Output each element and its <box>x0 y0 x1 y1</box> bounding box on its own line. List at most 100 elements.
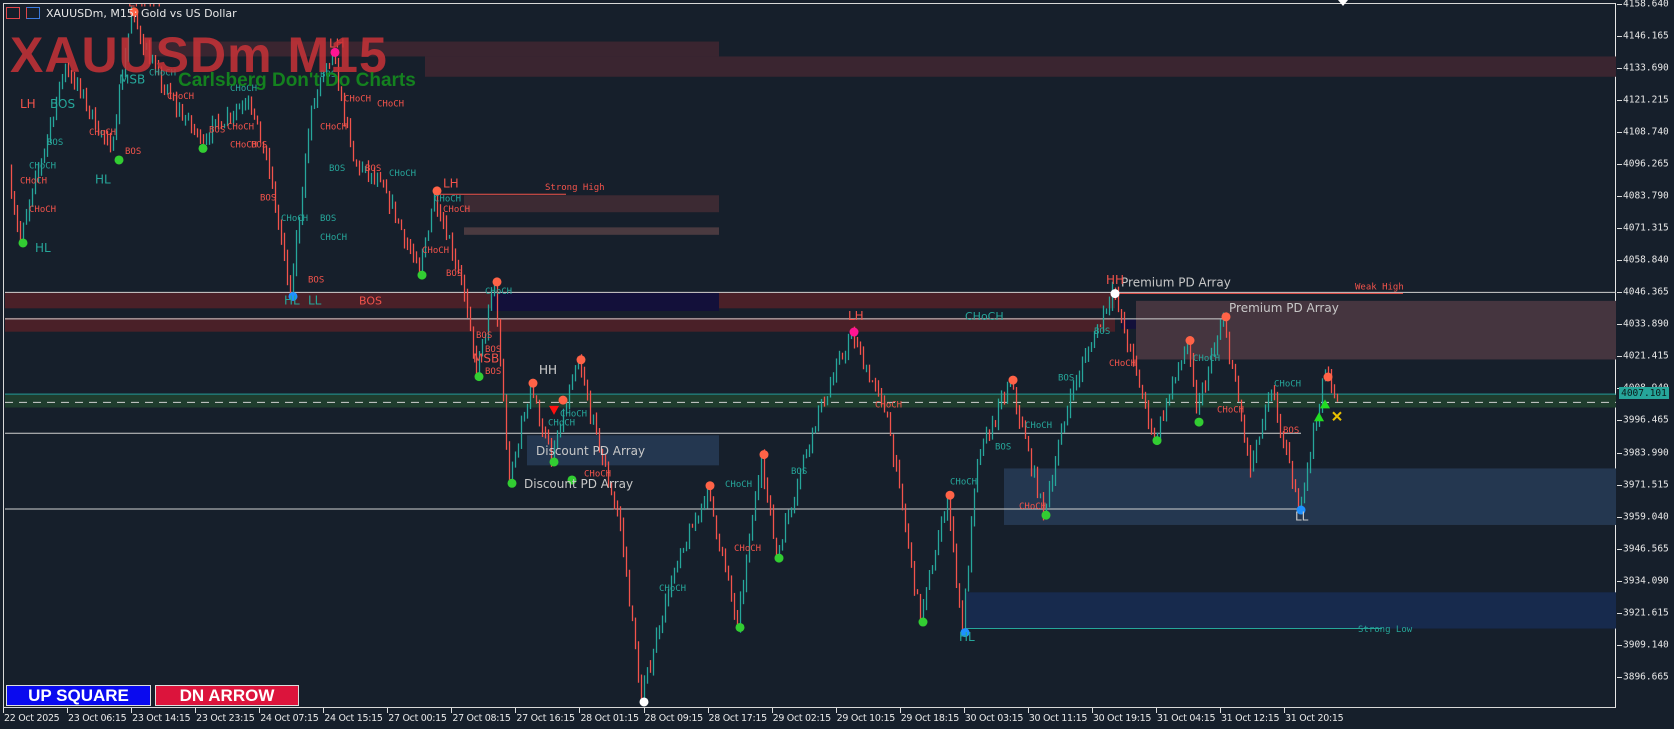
structure-label: BOS <box>476 331 492 341</box>
structure-label: HL <box>35 241 51 255</box>
swing-white-marker <box>1110 289 1120 299</box>
structure-label: BOS <box>1094 327 1110 337</box>
structure-label: CHoCH <box>548 418 575 428</box>
price-tick <box>1617 452 1622 454</box>
structure-label: BOS <box>50 97 75 111</box>
structure-label: CHoCH <box>434 195 461 205</box>
time-label: 29 Oct 02:15 <box>772 713 832 724</box>
price-label: 3959.040 <box>1623 511 1669 523</box>
time-label: 23 Oct 06:15 <box>68 713 127 724</box>
time-label: 23 Oct 14:15 <box>132 713 191 724</box>
structure-label: CHoCH <box>1193 354 1220 364</box>
time-label: 29 Oct 10:15 <box>836 713 896 724</box>
price-tick <box>1617 260 1622 262</box>
structure-label: Premium PD Array <box>1121 275 1231 289</box>
price-chart: Strong High Weak High Strong Low Premium PD… <box>5 4 1616 707</box>
structure-label: CHoCH <box>227 123 254 133</box>
order-block <box>5 317 1115 332</box>
structure-label: Discount PD Array <box>524 477 633 491</box>
structure-label: BOS <box>446 269 462 279</box>
swing-low-marker <box>474 372 484 382</box>
structure-label: CHoCH <box>965 310 1004 323</box>
chart-title: XAUUSDm, M15: Gold vs US Dollar <box>46 6 237 20</box>
structure-label: CHoCH <box>1019 502 1046 512</box>
price-label: 4033.890 <box>1623 318 1669 330</box>
structure-label: CHoCH <box>389 169 416 179</box>
price-label: 4021.415 <box>1623 350 1669 362</box>
swing-low-marker <box>114 155 124 165</box>
structure-label: CHoCH <box>281 214 308 224</box>
time-label: 24 Oct 15:15 <box>324 713 383 724</box>
price-label: 3909.140 <box>1623 639 1669 651</box>
price-label: 3934.090 <box>1623 575 1669 587</box>
structure-label: CHoCH <box>1217 405 1244 415</box>
swing-low-marker <box>507 478 517 488</box>
price-tick <box>1617 676 1622 678</box>
time-label: 31 Oct 12:15 <box>1220 713 1280 724</box>
premium-zone <box>1136 300 1616 360</box>
structure-label: BOS <box>125 147 141 157</box>
price-label: 3896.665 <box>1623 671 1669 683</box>
structure-label: CHoCH <box>1274 380 1301 390</box>
structure-label: HL <box>959 630 975 644</box>
structure-label: CHoCH <box>29 161 56 171</box>
structure-label: CHoCH <box>485 287 512 297</box>
structure-label: BOS <box>791 467 807 477</box>
structure-label: LL <box>308 293 322 307</box>
structure-label: CHoCH <box>1025 421 1052 431</box>
price-tick <box>1617 324 1622 326</box>
structure-label: HL <box>284 293 300 307</box>
chart-area[interactable]: Strong High Weak High Strong Low Premium PD… <box>3 3 1616 708</box>
swing-high-marker <box>705 481 715 491</box>
supply-zone <box>464 227 719 235</box>
price-tick <box>1617 420 1622 422</box>
price-tick <box>1617 612 1622 614</box>
structure-label: HL <box>95 173 111 187</box>
breaker-block <box>491 292 719 311</box>
swing-high-marker <box>528 378 538 388</box>
price-tick <box>1617 3 1622 5</box>
swing-low-marker <box>549 457 559 467</box>
price-tick <box>1617 548 1622 550</box>
structure-label: BOS <box>995 443 1011 453</box>
price-label: 3921.615 <box>1623 607 1669 619</box>
price-label: 4083.790 <box>1623 190 1669 202</box>
structure-label: CHoCH <box>875 400 902 410</box>
price-tick <box>1617 35 1622 37</box>
price-tick <box>1617 580 1622 582</box>
swing-high-marker <box>1185 336 1195 346</box>
chart-menu-icon[interactable] <box>6 7 20 19</box>
structure-label: CHoCH <box>29 205 56 215</box>
structure-label: Strong Low <box>1358 625 1413 635</box>
structure-label: CHoCH <box>950 477 977 487</box>
structure-label: Premium PD Array <box>1229 301 1339 315</box>
structure-label: Weak High <box>1355 283 1404 293</box>
structure-label: BOS <box>308 276 324 286</box>
price-label: 4046.365 <box>1623 286 1669 298</box>
price-tick <box>1617 99 1622 101</box>
time-label: 27 Oct 00:15 <box>388 713 447 724</box>
swing-high-marker <box>1008 375 1018 385</box>
price-tick <box>1617 356 1622 358</box>
time-label: 31 Oct 20:15 <box>1285 713 1344 724</box>
price-label: 3983.990 <box>1623 447 1669 459</box>
swing-low-marker <box>1041 510 1051 520</box>
price-tick <box>1617 228 1622 230</box>
structure-label: CHoCH <box>443 205 470 215</box>
time-label: 22 Oct 2025 <box>4 713 60 724</box>
structure-label: BOS <box>1283 426 1299 436</box>
time-label: 29 Oct 18:15 <box>900 713 960 724</box>
swing-high-marker <box>759 450 769 460</box>
time-label: 28 Oct 01:15 <box>580 713 639 724</box>
one-click-trading-icon[interactable] <box>26 7 40 19</box>
structure-label: CHoCH <box>584 470 611 480</box>
swing-white-marker <box>639 697 649 707</box>
time-label: 27 Oct 16:15 <box>516 713 575 724</box>
up-square-button[interactable]: UP SQUARE <box>6 685 151 706</box>
structure-label: BOS <box>359 294 382 307</box>
buy-signal-icon <box>1314 412 1324 422</box>
price-label: 4146.165 <box>1623 30 1669 42</box>
chart-shift-marker[interactable] <box>1338 0 1348 6</box>
swing-high-marker <box>576 355 586 365</box>
dn-arrow-button[interactable]: DN ARROW <box>155 685 299 706</box>
